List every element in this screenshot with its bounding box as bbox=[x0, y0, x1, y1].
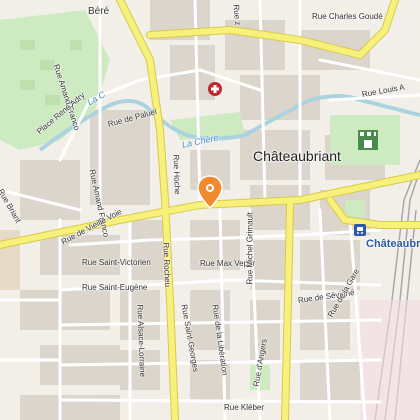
street-michel-grimault: Rue Michel Grimault bbox=[245, 212, 255, 285]
place-station: Châteaubriant bbox=[366, 238, 420, 250]
train-station-icon[interactable] bbox=[354, 224, 366, 236]
street-rocheu: Rue Rocheu bbox=[161, 242, 173, 288]
place-chateaubriant: Châteaubriant bbox=[253, 148, 341, 164]
street-saint-victorien: Rue Saint-Victorien bbox=[82, 258, 151, 267]
street-kleber: Rue Kléber bbox=[224, 403, 265, 412]
hospital-icon[interactable] bbox=[208, 82, 222, 96]
map-canvas bbox=[0, 0, 420, 420]
place-bere: Béré bbox=[88, 6, 110, 17]
street-saint-eugene: Rue Saint-Eugène bbox=[82, 283, 148, 292]
street-ruez: Rue z bbox=[231, 4, 243, 26]
street-hoche: Rue Hoche bbox=[171, 154, 182, 195]
castle-icon[interactable] bbox=[358, 130, 378, 150]
map-viewport[interactable]: Béré Rue Charles Goudé Rue Amand Franco … bbox=[0, 0, 420, 420]
street-charles-goude: Rue Charles Goudé bbox=[312, 12, 383, 21]
